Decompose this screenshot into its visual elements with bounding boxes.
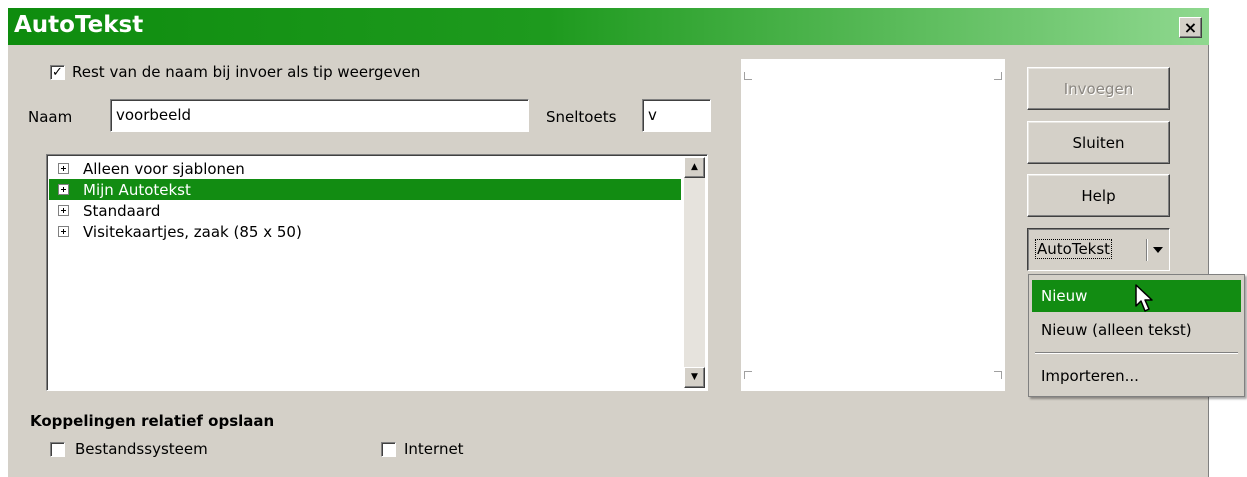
expand-icon[interactable]: [58, 184, 69, 195]
crop-mark: [744, 371, 752, 379]
close-icon: ×: [1183, 17, 1198, 37]
shortcut-input[interactable]: v: [642, 99, 711, 132]
expand-icon[interactable]: [58, 226, 69, 237]
autotext-dialog: AutoTekst × ✓ Rest van de naam bij invoe…: [8, 8, 1245, 477]
preview-area: [741, 59, 1005, 391]
category-label: Mijn Autotekst: [83, 180, 191, 199]
close-button-label: Sluiten: [1072, 133, 1125, 152]
category-item[interactable]: Visitekaartjes, zaak (85 x 50): [49, 221, 681, 242]
expand-icon[interactable]: [58, 205, 69, 216]
menu-separator: [1035, 352, 1238, 354]
dialog-title: AutoTekst: [14, 12, 144, 38]
internet-label: Internet: [404, 440, 464, 458]
checkmark-icon: ✓: [52, 65, 63, 80]
split-separator: [1146, 239, 1147, 261]
autotext-menu-button[interactable]: AutoTekst: [1027, 228, 1170, 271]
shortcut-label: Sneltoets: [546, 108, 617, 126]
crop-mark: [994, 371, 1002, 379]
insert-button-label: Invoegen: [1063, 79, 1134, 98]
category-item[interactable]: Standaard: [49, 200, 681, 221]
help-button[interactable]: Help: [1027, 174, 1170, 217]
category-item-selected[interactable]: Mijn Autotekst: [49, 179, 681, 200]
crop-mark: [994, 72, 1002, 80]
menu-item-import[interactable]: Importeren...: [1032, 360, 1241, 392]
help-button-label: Help: [1081, 186, 1116, 205]
menu-item-new-text-only[interactable]: Nieuw (alleen tekst): [1032, 314, 1241, 346]
scroll-up-button[interactable]: ▲: [684, 157, 705, 178]
show-tip-label: Rest van de naam bij invoer als tip weer…: [72, 63, 421, 81]
name-input[interactable]: voorbeeld: [110, 99, 529, 132]
category-label: Visitekaartjes, zaak (85 x 50): [83, 222, 302, 241]
crop-mark: [744, 72, 752, 80]
mouse-pointer-icon: [1135, 284, 1153, 312]
insert-button[interactable]: Invoegen: [1027, 67, 1170, 110]
category-list[interactable]: Alleen voor sjablonen Mijn Autotekst Sta…: [46, 154, 708, 391]
close-window-button[interactable]: ×: [1179, 17, 1202, 38]
internet-checkbox[interactable]: [381, 442, 396, 457]
menu-item-label: Nieuw: [1041, 287, 1088, 305]
category-item[interactable]: Alleen voor sjablonen: [49, 158, 681, 179]
filesystem-label: Bestandssysteem: [75, 440, 208, 458]
category-label: Standaard: [83, 201, 161, 220]
menu-item-label: Nieuw (alleen tekst): [1041, 321, 1192, 339]
arrow-down-icon: ▼: [691, 372, 698, 382]
arrow-up-icon: ▲: [691, 162, 698, 172]
category-label: Alleen voor sjablonen: [83, 159, 245, 178]
filesystem-checkbox[interactable]: [50, 442, 65, 457]
links-section-title: Koppelingen relatief opslaan: [30, 412, 275, 430]
close-button[interactable]: Sluiten: [1027, 121, 1170, 164]
menu-item-label: Importeren...: [1041, 367, 1139, 385]
dropdown-arrow-icon[interactable]: [1153, 247, 1163, 253]
title-bar[interactable]: AutoTekst ×: [8, 8, 1209, 45]
expand-icon[interactable]: [58, 163, 69, 174]
name-label: Naam: [28, 108, 73, 126]
show-tip-checkbox[interactable]: ✓: [50, 65, 65, 80]
scroll-down-button[interactable]: ▼: [684, 367, 705, 388]
vertical-scrollbar[interactable]: ▲ ▼: [684, 157, 705, 388]
autotext-button-label: AutoTekst: [1034, 239, 1113, 259]
